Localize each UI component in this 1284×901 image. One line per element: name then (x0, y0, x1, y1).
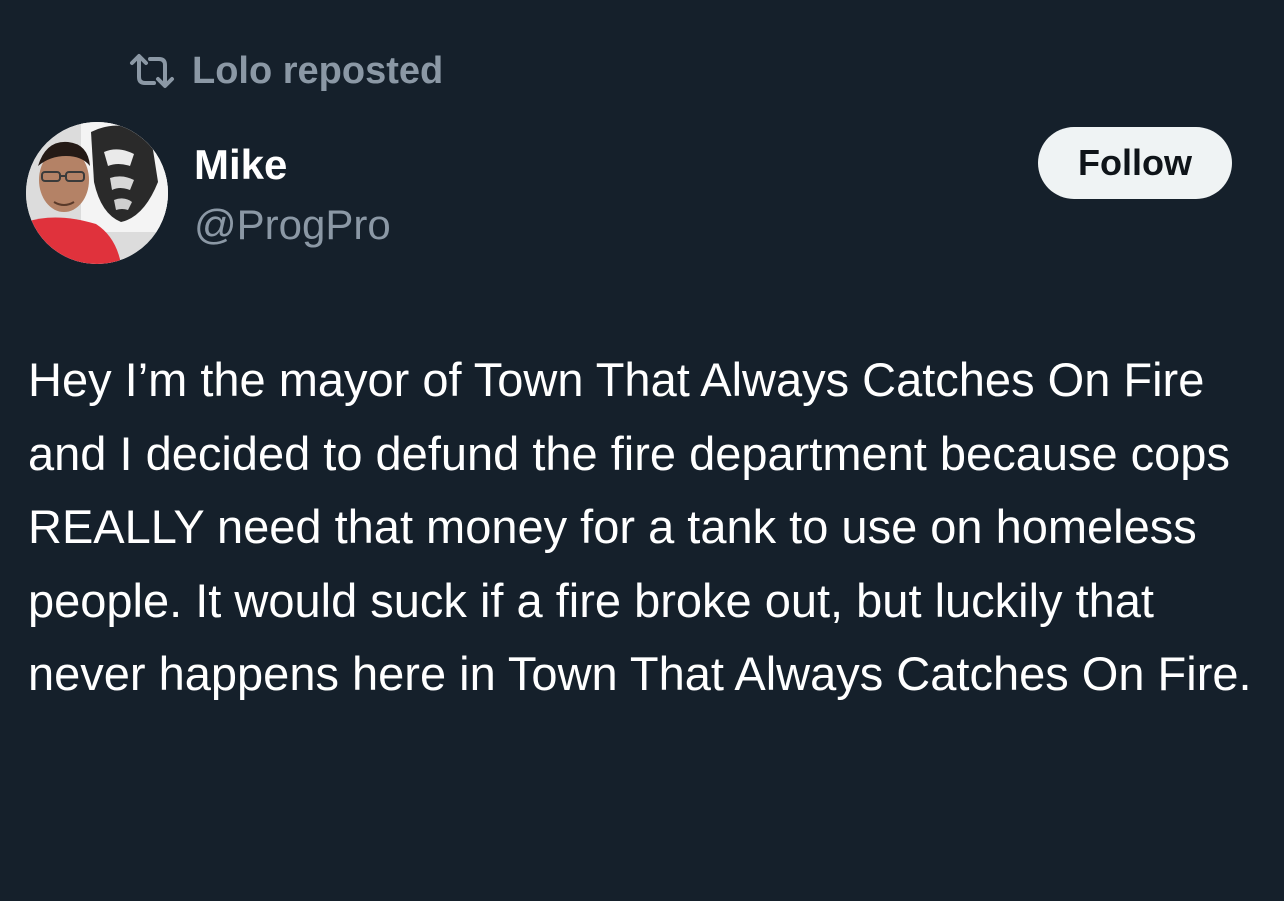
author-handle[interactable]: @ProgPro (194, 200, 391, 250)
post-text: Hey I’m the mayor of Town That Always Ca… (28, 353, 1252, 700)
follow-button[interactable]: Follow (1038, 127, 1232, 199)
repost-indicator[interactable]: Lolo reposted (128, 46, 443, 96)
repost-label: Lolo reposted (192, 49, 444, 92)
author-name[interactable]: Mike (194, 140, 287, 190)
post-card[interactable]: Lolo reposted Mike @ProgPro Follow Hey I… (0, 0, 1284, 901)
avatar[interactable] (26, 122, 168, 264)
repost-icon (128, 51, 176, 91)
